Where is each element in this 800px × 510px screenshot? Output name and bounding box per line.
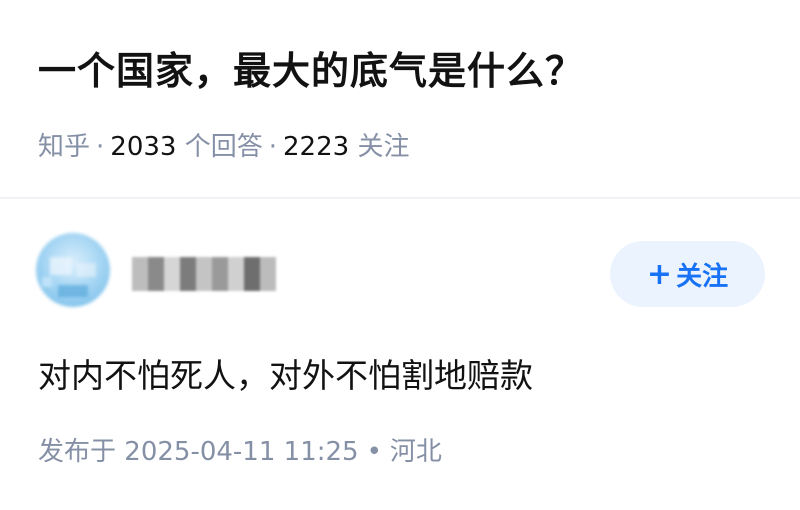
author-name-blurred[interactable] [132,257,280,291]
answer-card: + 关注 对内不怕死人，对外不怕割地赔款 发布于 2025-04-11 11:2… [0,199,800,510]
meta-dot: • [366,437,382,467]
published-prefix: 发布于 [38,437,117,467]
follow-button[interactable]: + 关注 [610,241,765,307]
answer-content[interactable]: 对内不怕死人，对外不怕割地赔款 [38,349,533,397]
location: 河北 [389,437,442,467]
meta-separator: · [96,132,105,162]
answer-meta: 发布于 2025-04-11 11:25 • 河北 [38,431,442,468]
question-title[interactable]: 一个国家，最大的底气是什么？ [38,40,584,95]
question-card: 一个国家，最大的底气是什么？ 知乎 · 2033 个回答 · 2223 关注 [0,0,800,198]
published-time: 2025-04-11 11:25 [124,437,359,467]
follower-count-label: 关注 [357,132,410,162]
answer-count-label: 个回答 [184,132,263,162]
author-avatar[interactable] [36,233,110,307]
plus-icon: + [646,256,673,292]
source-label: 知乎 [38,132,91,162]
follower-count: 2223 [283,132,350,162]
question-meta: 知乎 · 2033 个回答 · 2223 关注 [38,126,409,163]
meta-separator: · [268,132,277,162]
answer-count: 2033 [110,132,177,162]
follow-button-label: 关注 [676,261,729,292]
